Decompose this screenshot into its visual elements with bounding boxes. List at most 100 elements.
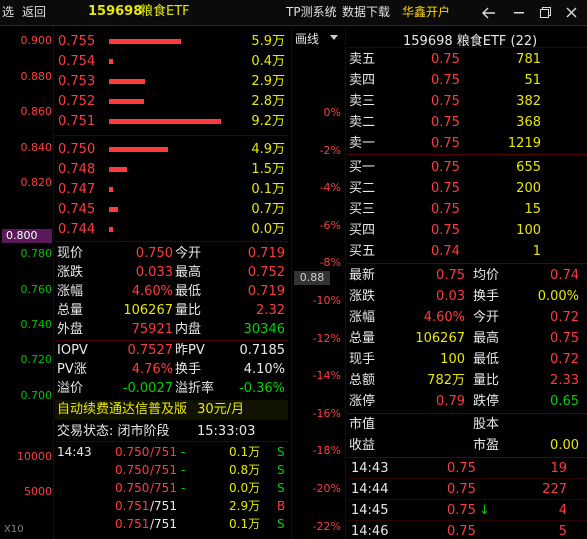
banner-price: 30元/月 bbox=[197, 402, 245, 417]
tick-price: 0.75 bbox=[447, 503, 476, 518]
bid-volume: 4.9万 bbox=[251, 142, 285, 157]
stat-value: 0.72 bbox=[550, 310, 579, 325]
trade-time: 14:43 bbox=[57, 445, 92, 459]
security-name: 粮食ETF bbox=[140, 4, 190, 19]
ask-level-row[interactable]: 卖三 0.75 382 bbox=[349, 91, 585, 112]
bid-level-row[interactable]: 买一 0.75 655 bbox=[349, 157, 585, 178]
level-volume: 655 bbox=[516, 160, 541, 175]
ask-price: 0.754 bbox=[58, 54, 96, 69]
back-button[interactable]: 返回 bbox=[22, 4, 46, 20]
label-price: 现价 bbox=[57, 246, 84, 261]
label-open: 今开 bbox=[175, 246, 202, 261]
level-price: 0.75 bbox=[431, 202, 460, 217]
iopv-row: IOPV 0.7527 昨PV 0.7185 bbox=[57, 341, 288, 360]
restore-icon[interactable] bbox=[540, 7, 551, 18]
label-pv-change: PV涨 bbox=[57, 362, 87, 377]
level-price: 0.75 bbox=[431, 73, 460, 88]
ask-level-row[interactable]: 卖五 0.75 781 bbox=[349, 49, 585, 70]
stat-value: 0.00% bbox=[537, 289, 579, 304]
bid-level-row[interactable]: 买四 0.75 100 bbox=[349, 220, 585, 241]
trade-ask: /751 bbox=[150, 481, 177, 495]
close-icon[interactable] bbox=[566, 7, 577, 18]
bid-level-row[interactable]: 买五 0.74 1 bbox=[349, 241, 585, 262]
ask-level-row[interactable]: 卖二 0.75 368 bbox=[349, 112, 585, 133]
percent-label: -6% bbox=[319, 219, 341, 232]
trade-ask: /751 bbox=[150, 463, 177, 477]
trade-status-row: 交易状态: 闭市阶段 15:33:03 bbox=[57, 422, 288, 441]
ask-level-row[interactable]: 卖四 0.75 51 bbox=[349, 70, 585, 91]
label-high: 最高 bbox=[175, 265, 202, 280]
volume-axis-label: 5000 bbox=[24, 485, 52, 498]
bid-level-row[interactable]: 买三 0.75 15 bbox=[349, 199, 585, 220]
trade-flag: S bbox=[277, 463, 285, 477]
trade-price: 0.750 bbox=[115, 445, 150, 459]
chevron-down-icon[interactable] bbox=[330, 35, 338, 41]
tick-price: 0.75 bbox=[447, 482, 476, 497]
ask-volume: 9.2万 bbox=[251, 114, 285, 129]
percent-label: -22% bbox=[312, 520, 341, 533]
stat-label: 最高 bbox=[473, 331, 500, 346]
bid-volume: 1.5万 bbox=[251, 162, 285, 177]
menu-data-download[interactable]: 数据下载 bbox=[342, 4, 390, 20]
back-arrow-icon[interactable] bbox=[482, 7, 496, 19]
value-change-pct: 4.60% bbox=[131, 284, 173, 299]
stat-value: 0.03 bbox=[436, 289, 465, 304]
trade-price: 0.750 bbox=[115, 463, 150, 477]
quote-row: 总量 106267 量比 2.32 bbox=[57, 301, 288, 320]
ask-level-row[interactable]: 卖一 0.75 1219 bbox=[349, 133, 585, 154]
ask-volume: 2.8万 bbox=[251, 94, 285, 109]
bid-price: 0.745 bbox=[58, 202, 96, 217]
value-open: 0.719 bbox=[247, 246, 285, 261]
trade-price: 0.751 bbox=[115, 499, 150, 513]
select-button[interactable]: 选 bbox=[2, 4, 14, 20]
divider bbox=[347, 154, 587, 155]
minimize-icon[interactable] bbox=[514, 12, 524, 14]
menu-broker-account[interactable]: 华鑫开户 bbox=[402, 4, 450, 20]
bid-level-row[interactable]: 买二 0.75 200 bbox=[349, 178, 585, 199]
ask-price: 0.755 bbox=[58, 34, 96, 49]
tick-volume: 19 bbox=[550, 461, 567, 476]
menu-platform[interactable]: TP测系统 bbox=[286, 4, 337, 20]
stat-value: 0.74 bbox=[550, 268, 579, 283]
bid-row: 0.748 1.5万 bbox=[57, 160, 288, 180]
axis-label: 0.840 bbox=[20, 141, 53, 154]
trade-sign: - bbox=[181, 445, 186, 459]
ask-row: 0.754 0.4万 bbox=[57, 52, 288, 72]
bid-row: 0.747 0.1万 bbox=[57, 180, 288, 200]
stat-value: 0.79 bbox=[436, 394, 465, 409]
trade-status-label: 交易状态: 闭市阶段 bbox=[57, 424, 170, 439]
level-price: 0.74 bbox=[431, 244, 460, 259]
trade-ask: /751 bbox=[150, 517, 177, 531]
label-prev-pv: 昨PV bbox=[175, 343, 205, 358]
axis-label: 0.760 bbox=[20, 283, 53, 296]
bid-volume: 0.1万 bbox=[251, 182, 285, 197]
level-label: 买五 bbox=[349, 244, 376, 259]
value-premium-rate: -0.36% bbox=[239, 381, 285, 396]
label-change: 涨跌 bbox=[57, 265, 84, 280]
tick-price: 0.75 bbox=[447, 524, 476, 539]
ask-row: 0.753 2.9万 bbox=[57, 72, 288, 92]
percent-label: -2% bbox=[319, 144, 341, 157]
stat-value: 0.75 bbox=[550, 331, 579, 346]
trade-row: 0.751 /751 2.9万 B bbox=[57, 497, 288, 515]
label-change-pct: 涨幅 bbox=[57, 284, 84, 299]
value-pv-change: 4.76% bbox=[131, 362, 173, 377]
ask-price: 0.752 bbox=[58, 94, 96, 109]
label-low: 最低 bbox=[175, 284, 202, 299]
percent-label: 0% bbox=[323, 106, 341, 119]
draw-line-tab[interactable]: 画线 bbox=[295, 30, 319, 47]
level-price: 0.75 bbox=[431, 115, 460, 130]
divider bbox=[55, 441, 288, 442]
stat-row: 最新 0.75 均价 0.74 bbox=[349, 265, 585, 286]
level-label: 卖五 bbox=[349, 52, 376, 67]
trade-row: 0.750 /751 - 0.0万 S bbox=[57, 479, 288, 497]
ask-volume: 2.9万 bbox=[251, 74, 285, 89]
subscription-banner[interactable]: 自动续费通达信普及版 30元/月 bbox=[55, 400, 288, 420]
divider bbox=[55, 135, 288, 136]
iopv-row: PV涨 4.76% 换手 4.10% bbox=[57, 360, 288, 379]
stat-value: 106267 bbox=[415, 331, 465, 346]
stat-value: 0.75 bbox=[436, 268, 465, 283]
axis-label: 0.820 bbox=[20, 176, 53, 189]
value-outer: 75921 bbox=[131, 322, 173, 337]
tick-time: 14:44 bbox=[351, 482, 389, 497]
